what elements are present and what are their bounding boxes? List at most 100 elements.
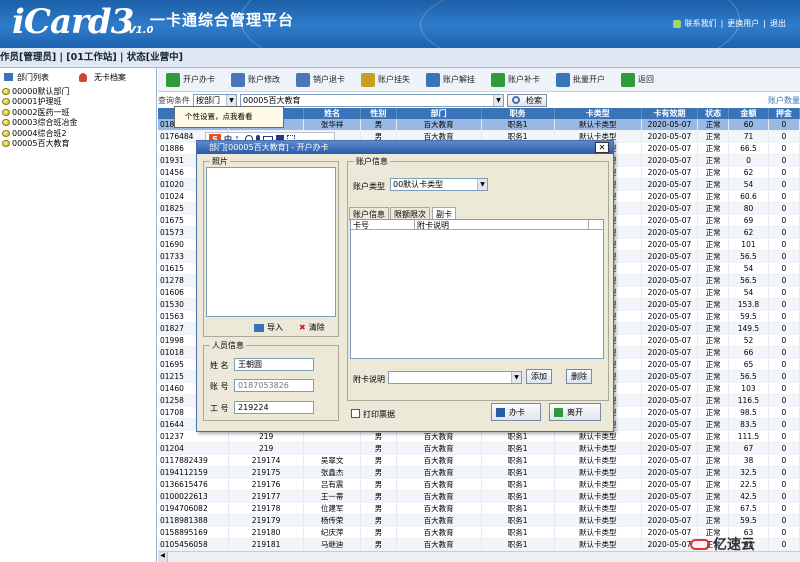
- dept-tree: 00000默认部门 00001护理班 00002医药一班 00003综合班冶金 0000…: [0, 86, 156, 149]
- sub-note-select[interactable]: ▼: [388, 371, 522, 384]
- logout-link[interactable]: 退出: [770, 18, 786, 29]
- back-button[interactable]: 返回: [613, 72, 662, 87]
- account-field[interactable]: 0187053826: [234, 379, 314, 392]
- employee-no-field[interactable]: 219224: [234, 401, 314, 414]
- open-card-button[interactable]: 开户办卡: [158, 72, 223, 87]
- close-account-button[interactable]: 销户退卡: [288, 72, 353, 87]
- table-cell: 男: [360, 538, 397, 551]
- column-header[interactable]: 押金: [768, 108, 800, 119]
- unlock-button[interactable]: 账户解挂: [418, 72, 483, 87]
- report-loss-button[interactable]: 账户挂失: [353, 72, 418, 87]
- cloud-icon: [690, 538, 710, 550]
- home-icon: [4, 73, 13, 81]
- add-button[interactable]: 添加: [526, 369, 552, 384]
- column-header[interactable]: 金额: [728, 108, 769, 119]
- table-cell: 张鑫杰: [303, 466, 362, 479]
- no-card-tab[interactable]: 无卡档案: [94, 72, 126, 83]
- reissue-card-button[interactable]: 账户补卡: [483, 72, 548, 87]
- table-cell: 59.5: [728, 310, 769, 323]
- dept-tree-item[interactable]: 00000默认部门: [0, 86, 156, 97]
- folder-icon: [2, 87, 10, 95]
- import-icon: [254, 323, 264, 332]
- import-label: 导入: [267, 323, 283, 332]
- table-cell: 0: [768, 286, 800, 299]
- table-row[interactable]: 0136615476 219176 吕有震男百大教育 职务1 默认卡类型 2020-05-…: [158, 478, 800, 491]
- table-cell: 0: [768, 538, 800, 551]
- table-cell: 0: [768, 502, 800, 515]
- table-row[interactable]: 0100022613 219177 王一蒂男百大教育 职务1 默认卡类型 2020-05-…: [158, 490, 800, 503]
- dept-list-tab[interactable]: 部门列表: [17, 72, 49, 83]
- table-cell: 2020-05-07: [641, 286, 699, 299]
- close-icon[interactable]: ✕: [595, 142, 609, 153]
- edit-account-button[interactable]: 账户修改: [223, 72, 288, 87]
- table-row[interactable]: 01204 219 男百大教育 职务1 默认卡类型 2020-05-07 正常 67 0: [158, 442, 800, 455]
- table-cell: 正常: [697, 310, 730, 323]
- scroll-left-arrow[interactable]: ◀: [158, 552, 168, 562]
- table-row[interactable]: 0194706082 219178 位建军男百大教育 职务1 默认卡类型 2020-05-…: [158, 502, 800, 515]
- dialog-titlebar[interactable]: 部门[00005百大教育] - 开户办卡 ✕: [197, 141, 613, 154]
- table-cell: 默认卡类型: [554, 454, 642, 467]
- table-cell: 男: [360, 490, 397, 503]
- batch-open-button[interactable]: 批量开户: [548, 72, 613, 87]
- table-cell: 正常: [697, 346, 730, 359]
- name-field[interactable]: 王朝圆: [234, 358, 314, 371]
- dept-tree-item[interactable]: 00004综合班2: [0, 128, 156, 139]
- issue-card-button[interactable]: 办卡: [491, 403, 541, 421]
- dept-tree-item[interactable]: 00002医药一班: [0, 107, 156, 118]
- search-button[interactable]: 检索: [507, 93, 547, 107]
- import-button[interactable]: 导入: [254, 322, 283, 333]
- exit-button[interactable]: 离开: [549, 403, 601, 421]
- sub-note-label: 附卡说明: [353, 375, 385, 384]
- app-logo: iCard3: [12, 2, 134, 42]
- filter-value-select[interactable]: 00005百大教育 ▼: [240, 93, 504, 107]
- table-cell: 男: [360, 454, 397, 467]
- table-cell: 219: [228, 430, 305, 443]
- table-row[interactable]: 0194112159 219175 张鑫杰男百大教育 职务1 默认卡类型 2020-05-…: [158, 466, 800, 479]
- table-cell: 百大教育: [396, 490, 482, 503]
- table-row[interactable]: 01237 219 男百大教育 职务1 默认卡类型 2020-05-07 正常 111.5 0: [158, 430, 800, 443]
- table-cell: 2020-05-07: [641, 358, 699, 371]
- column-header[interactable]: 性别: [360, 108, 397, 119]
- table-cell: 正常: [697, 262, 730, 275]
- table-cell: 马继迪: [303, 538, 362, 551]
- column-header[interactable]: 职务: [481, 108, 555, 119]
- table-cell: 0: [768, 190, 800, 203]
- column-header[interactable]: 卡有效期: [641, 108, 699, 119]
- photo-area[interactable]: [206, 167, 336, 317]
- table-cell: 正常: [697, 190, 730, 203]
- table-cell: 杨传荣: [303, 514, 362, 527]
- toolbar: 开户办卡 账户修改 销户退卡 账户挂失 账户解挂 账户补卡 批量开户 返回: [158, 68, 800, 92]
- chevron-down-icon: ▼: [511, 372, 521, 383]
- table-cell: 职务1: [481, 430, 555, 443]
- dept-label: 00000默认部门: [12, 86, 70, 96]
- switch-user-link[interactable]: 更换用户: [727, 18, 759, 29]
- column-header[interactable]: 状态: [697, 108, 730, 119]
- dept-tree-item[interactable]: 00003综合班冶金: [0, 118, 156, 129]
- print-receipt-checkbox[interactable]: [351, 409, 360, 418]
- dept-tree-item[interactable]: 00005百大教育: [0, 139, 156, 150]
- tooltip-popup[interactable]: 个性设置，点我看看: [174, 106, 284, 128]
- contact-link[interactable]: 联系我们: [685, 18, 717, 29]
- status-bar: 作员[管理员] | [01工作站] | 状态[业营中]: [0, 48, 800, 68]
- filter-field-select[interactable]: 按部门 ▼: [193, 93, 237, 107]
- table-cell: 0: [768, 178, 800, 191]
- table-cell: 56.5: [728, 370, 769, 383]
- folder-icon: [2, 98, 10, 106]
- dept-tree-item[interactable]: 00001护理班: [0, 97, 156, 108]
- table-cell: 男: [360, 119, 397, 131]
- remove-button[interactable]: 删除: [566, 369, 592, 384]
- table-row[interactable]: 0118981388 219179 杨传荣男百大教育 职务1 默认卡类型 2020-05-…: [158, 514, 800, 527]
- column-header[interactable]: 姓名: [303, 108, 362, 119]
- dept-label: 00005百大教育: [12, 139, 70, 149]
- clear-button[interactable]: ✖ 清除: [299, 322, 325, 333]
- table-cell: 80: [728, 202, 769, 215]
- sub-card-list[interactable]: 卡号 附卡说明: [350, 219, 604, 359]
- table-cell: 0100022613: [158, 490, 230, 503]
- column-header[interactable]: 卡类型: [554, 108, 642, 119]
- table-cell: 2020-05-07: [641, 298, 699, 311]
- account-type-select[interactable]: 00默认卡类型 ▼: [390, 178, 488, 191]
- table-cell: 60.6: [728, 190, 769, 203]
- table-row[interactable]: 0117882439 219174 吴翠文男百大教育 职务1 默认卡类型 2020-05-…: [158, 454, 800, 467]
- column-header[interactable]: 部门: [396, 108, 482, 119]
- table-cell: 0194706082: [158, 502, 230, 515]
